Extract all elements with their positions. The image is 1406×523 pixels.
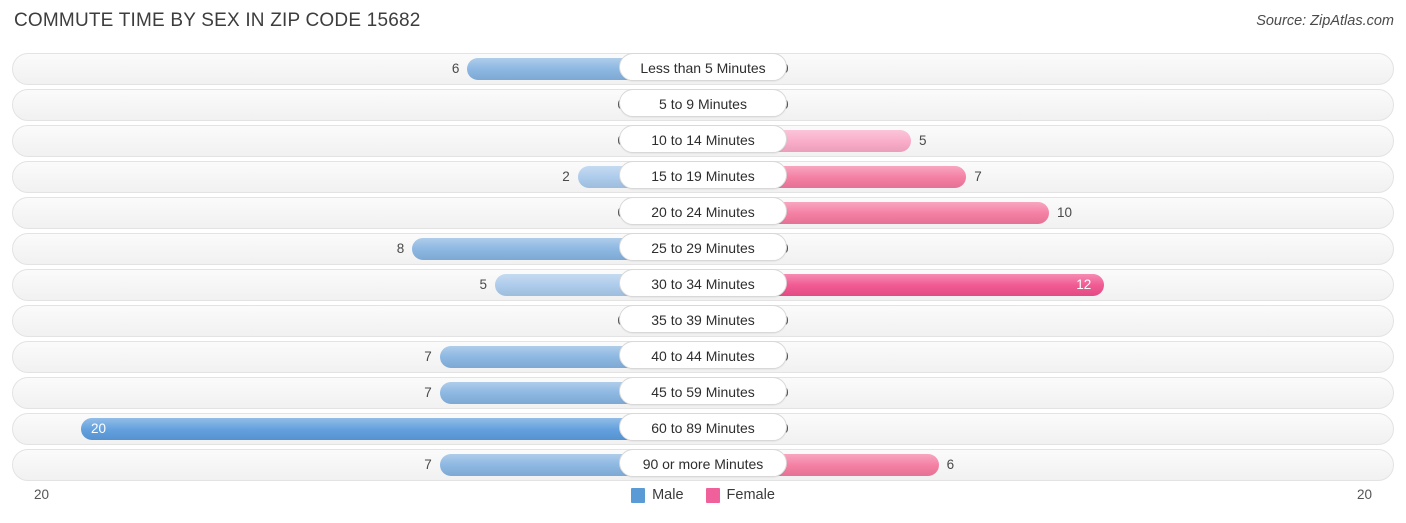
bar-value-female: 7 (974, 169, 982, 184)
bar-value-male: 5 (479, 277, 487, 292)
category-label: Less than 5 Minutes (619, 53, 787, 81)
chart-row: 7040 to 44 Minutes (0, 339, 1406, 375)
bar-value-female: 12 (1076, 277, 1092, 292)
chart-row: 60Less than 5 Minutes (0, 51, 1406, 87)
chart-legend: Male Female (0, 487, 1406, 503)
chart-row: 20060 to 89 Minutes (0, 411, 1406, 447)
category-label: 45 to 59 Minutes (619, 377, 787, 405)
legend-item-female[interactable]: Female (705, 487, 775, 503)
bar-value-male: 20 (91, 421, 107, 436)
chart-row: 5 12 30 to 34 Minutes (0, 267, 1406, 303)
legend-label-male: Male (652, 487, 684, 503)
chart-row: 01020 to 24 Minutes (0, 195, 1406, 231)
chart-header: COMMUTE TIME BY SEX IN ZIP CODE 15682 So… (0, 0, 1406, 40)
legend-item-male[interactable]: Male (631, 487, 684, 503)
chart-row: 7 6 90 or more Minutes (0, 447, 1406, 483)
bar-value-female: 6 (946, 457, 955, 472)
category-label: 90 or more Minutes (619, 449, 787, 477)
chart-row: 005 to 9 Minutes (0, 87, 1406, 123)
bar-value-female: 10 (1057, 205, 1073, 220)
chart-footer: 20 20 Male Female (0, 485, 1406, 515)
bar-value-male: 7 (424, 457, 432, 472)
page-title: COMMUTE TIME BY SEX IN ZIP CODE 15682 (14, 10, 421, 31)
chart-row: 0510 to 14 Minutes (0, 123, 1406, 159)
bar-value-male: 6 (451, 61, 460, 76)
category-label: 40 to 44 Minutes (619, 341, 787, 369)
category-label: 5 to 9 Minutes (619, 89, 787, 117)
bar-value-female: 5 (919, 133, 927, 148)
category-label: 35 to 39 Minutes (619, 305, 787, 333)
bar-value-male: 7 (424, 349, 432, 364)
category-label: 20 to 24 Minutes (619, 197, 787, 225)
chart-rows: 60Less than 5 Minutes005 to 9 Minutes051… (0, 51, 1406, 483)
legend-label-female: Female (726, 487, 775, 503)
category-label: 25 to 29 Minutes (619, 233, 787, 261)
bar-male[interactable] (81, 418, 703, 440)
category-label: 15 to 19 Minutes (619, 161, 787, 189)
source-attribution: Source: ZipAtlas.com (1256, 13, 1394, 29)
chart-row: 0035 to 39 Minutes (0, 303, 1406, 339)
category-label: 30 to 34 Minutes (619, 269, 787, 297)
legend-swatch-male-icon (631, 487, 646, 503)
bar-gloss (81, 418, 703, 440)
bar-value-male: 7 (424, 385, 432, 400)
category-label: 60 to 89 Minutes (619, 413, 787, 441)
legend-swatch-female-icon (705, 487, 720, 503)
chart-row: 8025 to 29 Minutes (0, 231, 1406, 267)
chart-row: 2 7 15 to 19 Minutes (0, 159, 1406, 195)
bar-value-male: 2 (562, 169, 570, 184)
category-label: 10 to 14 Minutes (619, 125, 787, 153)
bar-value-male: 8 (396, 241, 405, 256)
chart-row: 7045 to 59 Minutes (0, 375, 1406, 411)
